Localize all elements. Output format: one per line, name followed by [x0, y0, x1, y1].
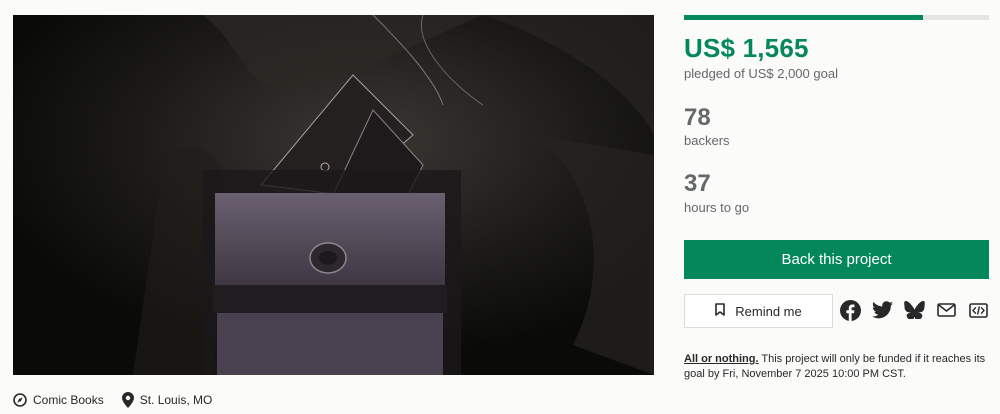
pledged-goal-label: pledged of US$ 2,000 goal	[684, 66, 838, 81]
funding-model-note: All or nothing. This project will only b…	[684, 352, 990, 382]
funding-progress-fill	[684, 15, 923, 20]
remind-me-button[interactable]: Remind me	[684, 294, 833, 328]
compass-icon	[13, 393, 27, 407]
all-or-nothing-link[interactable]: All or nothing.	[684, 353, 759, 365]
pledged-amount: US$ 1,565	[684, 33, 809, 63]
project-meta: Comic Books St. Louis, MO	[13, 390, 212, 410]
backers-count: 78	[684, 104, 711, 131]
backers-label: backers	[684, 133, 730, 148]
remind-me-label: Remind me	[735, 303, 802, 319]
twitter-icon[interactable]	[871, 299, 893, 321]
category-link[interactable]: Comic Books	[13, 393, 104, 407]
time-left-value: 37	[684, 170, 711, 197]
bookmark-icon	[715, 303, 726, 319]
back-this-project-button[interactable]: Back this project	[684, 240, 989, 279]
time-left-label: hours to go	[684, 200, 750, 215]
location-label: St. Louis, MO	[139, 393, 213, 407]
category-label: Comic Books	[33, 393, 104, 407]
facebook-icon[interactable]	[839, 299, 861, 321]
email-icon[interactable]	[935, 299, 957, 321]
bluesky-icon[interactable]	[903, 299, 925, 321]
location-link[interactable]: St. Louis, MO	[121, 392, 213, 408]
project-hero-image[interactable]	[13, 15, 654, 375]
location-pin-icon	[121, 392, 134, 408]
funding-progress-bar	[684, 15, 989, 20]
embed-icon[interactable]	[967, 299, 989, 321]
